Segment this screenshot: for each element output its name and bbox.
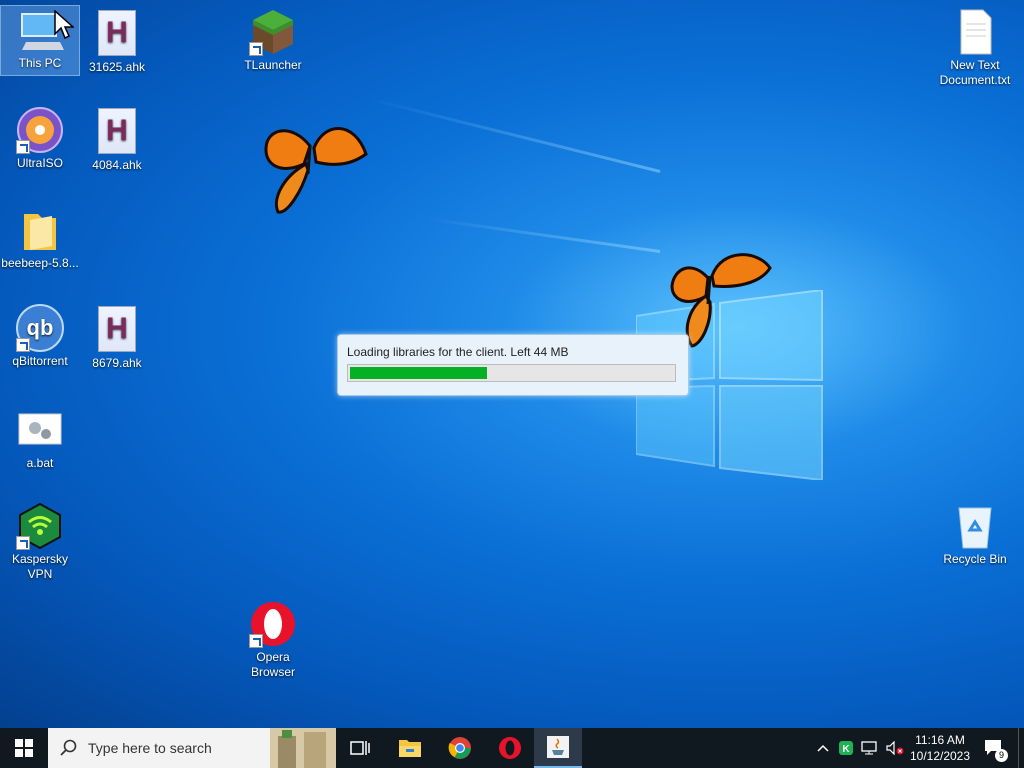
chrome-icon xyxy=(448,737,471,759)
chevron-up-icon xyxy=(817,744,829,752)
butterfly-icon xyxy=(264,127,368,214)
network-tray-button[interactable] xyxy=(858,728,882,768)
new-text-document-label: New Text Document.txt xyxy=(939,58,1011,87)
volume-tray-button[interactable] xyxy=(884,728,906,768)
kaspersky-tray-icon: K xyxy=(839,741,853,755)
31625-ahk-desktop-icon[interactable]: H 31625.ahk xyxy=(78,8,156,75)
batch-file-gear-icon xyxy=(16,406,64,454)
file-explorer-icon xyxy=(399,740,421,757)
loading-dialog: Loading libraries for the client. Left 4… xyxy=(337,334,689,396)
network-icon xyxy=(861,741,877,755)
kaspersky-vpn-label: Kaspersky VPN xyxy=(11,552,69,581)
ultraiso-label: UltraISO xyxy=(16,156,63,170)
folder-icon xyxy=(16,206,64,254)
ultraiso-desktop-icon[interactable]: UltraISO xyxy=(1,106,79,171)
shortcut-arrow-icon xyxy=(16,536,30,550)
wallpaper-beam xyxy=(422,216,661,253)
desktop[interactable]: This PC UltraISO beebeep-5.8... qb qBitt… xyxy=(0,0,1024,728)
action-center-button[interactable]: 9 xyxy=(976,728,1012,768)
search-placeholder: Type here to search xyxy=(88,740,212,756)
kaspersky-vpn-desktop-icon[interactable]: Kaspersky VPN xyxy=(1,502,79,582)
8679-ahk-desktop-icon[interactable]: H 8679.ahk xyxy=(78,304,156,371)
qbittorrent-desktop-icon[interactable]: qb qBittorrent xyxy=(1,304,79,369)
recycle-bin-desktop-icon[interactable]: Recycle Bin xyxy=(936,502,1014,567)
notification-count-badge: 9 xyxy=(995,749,1008,762)
beebeep-label: beebeep-5.8... xyxy=(1,256,79,270)
java-taskbar-button[interactable] xyxy=(534,728,582,768)
vpn-shield-icon xyxy=(16,502,64,550)
show-desktop-button[interactable] xyxy=(1018,728,1024,768)
search-highlight-image xyxy=(270,728,336,768)
tlauncher-desktop-icon[interactable]: TLauncher xyxy=(234,8,312,73)
recycle-bin-icon xyxy=(951,502,999,550)
start-button[interactable] xyxy=(0,728,48,768)
opera-icon xyxy=(249,600,297,648)
opera-browser-label: Opera Browser xyxy=(250,650,295,679)
tlauncher-label: TLauncher xyxy=(244,58,302,72)
show-hidden-icons-button[interactable] xyxy=(812,728,834,768)
loading-message: Loading libraries for the client. Left 4… xyxy=(347,345,569,359)
new-text-document-desktop-icon[interactable]: New Text Document.txt xyxy=(936,8,1014,88)
a-bat-desktop-icon[interactable]: a.bat xyxy=(1,406,79,471)
taskbar: Type here to search K 11:16 AM 10/12/202… xyxy=(0,728,1024,768)
task-view-button[interactable] xyxy=(336,728,384,768)
svg-text:K: K xyxy=(842,744,850,755)
progress-bar xyxy=(347,364,676,382)
grass-block-icon xyxy=(249,8,297,56)
31625-ahk-label: 31625.ahk xyxy=(88,60,146,74)
this-pc-label: This PC xyxy=(18,56,62,70)
clock-time: 11:16 AM xyxy=(915,733,965,747)
shortcut-arrow-icon xyxy=(16,338,30,352)
qbittorrent-label: qBittorrent xyxy=(12,354,68,368)
opera-taskbar-button[interactable] xyxy=(486,728,534,768)
windows-start-icon xyxy=(15,739,33,757)
shortcut-arrow-icon xyxy=(16,140,30,154)
disc-icon xyxy=(16,106,64,154)
opera-icon xyxy=(499,737,521,759)
progress-bar-fill xyxy=(350,367,487,379)
autohotkey-file-icon: H xyxy=(93,306,141,354)
clock-date: 10/12/2023 xyxy=(909,749,971,763)
a-bat-label: a.bat xyxy=(26,456,54,470)
shortcut-arrow-icon xyxy=(249,634,263,648)
recycle-bin-label: Recycle Bin xyxy=(943,552,1007,566)
kaspersky-tray-button[interactable]: K xyxy=(836,728,856,768)
mouse-cursor-icon xyxy=(54,10,74,40)
task-view-icon xyxy=(350,741,370,755)
search-icon xyxy=(60,739,77,756)
8679-ahk-label: 8679.ahk xyxy=(92,356,142,370)
clock-button[interactable]: 11:16 AM 10/12/2023 xyxy=(906,728,974,768)
qbittorrent-icon: qb xyxy=(16,304,64,352)
4084-ahk-label: 4084.ahk xyxy=(92,158,142,172)
volume-muted-icon xyxy=(886,741,904,755)
autohotkey-file-icon: H xyxy=(93,108,141,156)
text-file-icon xyxy=(951,8,999,56)
java-icon xyxy=(547,736,569,758)
svg-text:qb: qb xyxy=(27,315,54,340)
wallpaper-beam xyxy=(368,97,661,173)
file-explorer-taskbar-button[interactable] xyxy=(386,728,434,768)
taskbar-search-box[interactable]: Type here to search xyxy=(48,728,336,768)
shortcut-arrow-icon xyxy=(249,42,263,56)
opera-browser-desktop-icon[interactable]: Opera Browser xyxy=(234,600,312,680)
autohotkey-file-icon: H xyxy=(93,10,141,58)
chrome-taskbar-button[interactable] xyxy=(436,728,484,768)
beebeep-desktop-icon[interactable]: beebeep-5.8... xyxy=(1,206,79,271)
4084-ahk-desktop-icon[interactable]: H 4084.ahk xyxy=(78,106,156,173)
